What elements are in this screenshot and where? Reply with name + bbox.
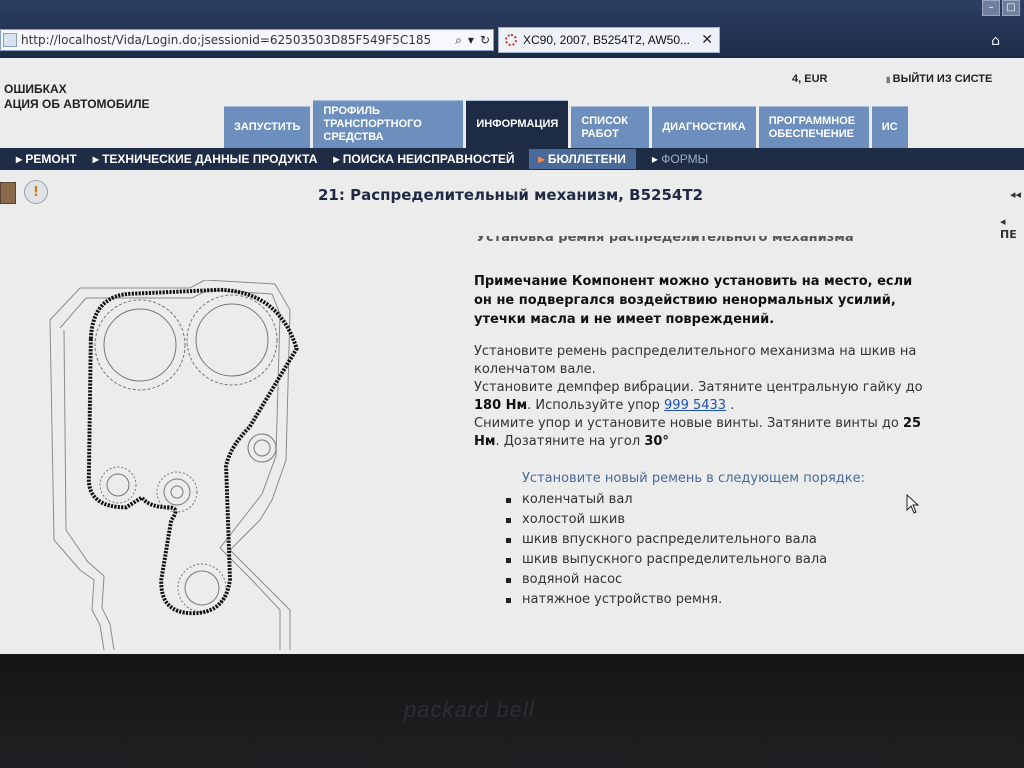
warning-icon[interactable]: ! bbox=[24, 180, 48, 204]
order-heading: Установите новый ремень в следующем поря… bbox=[522, 471, 865, 486]
tool-link[interactable]: 999 5433 bbox=[664, 398, 726, 413]
mouse-cursor-icon bbox=[906, 494, 920, 514]
app-title-line-1: ОШИБКАХ bbox=[4, 82, 67, 96]
list-item: водяной насос bbox=[504, 570, 934, 590]
side-nav-link[interactable]: ПЕ bbox=[1000, 215, 1024, 241]
subnav-forms[interactable]: ФОРМЫ bbox=[652, 152, 708, 166]
instruction-line-2b: . Используйте упор bbox=[527, 398, 665, 413]
subnav-repair[interactable]: РЕМОНТ bbox=[16, 152, 76, 166]
instructions: Установите ремень распределительного мех… bbox=[474, 343, 934, 451]
address-url[interactable]: http://localhost/Vida/Login.do;jsessioni… bbox=[21, 33, 452, 47]
tab-work-list[interactable]: СПИСОК РАБОТ bbox=[571, 106, 650, 148]
torque-value-1: 180 Нм bbox=[474, 398, 528, 413]
app-title-line-2: АЦИЯ ОБ АВТОМОБИЛЕ bbox=[4, 97, 150, 111]
main-nav: ЗАПУСТИТЬ ПРОФИЛЬ ТРАНСПОРТНОГО СРЕДСТВА… bbox=[224, 100, 908, 148]
subnav-bulletins[interactable]: БЮЛЛЕТЕНИ bbox=[528, 149, 636, 169]
browser-tab[interactable]: XC90, 2007, B5254T2, AW50... ✕ bbox=[498, 27, 720, 53]
minimize-button[interactable]: – bbox=[982, 0, 1000, 16]
tab-information[interactable]: ИНФОРМАЦИЯ bbox=[466, 100, 569, 148]
search-icon[interactable]: ⌕ bbox=[455, 33, 462, 48]
document-toolbar: ! 21: Распределительный механизм, B5254T… bbox=[0, 170, 1024, 241]
close-tab-icon[interactable]: ✕ bbox=[701, 32, 713, 48]
tab-start[interactable]: ЗАПУСТИТЬ bbox=[224, 106, 311, 148]
document-title: 21: Распределительный механизм, B5254T2 bbox=[318, 186, 704, 204]
list-item: шкив впускного распределительного вала bbox=[504, 530, 934, 550]
list-item: натяжное устройство ремня. bbox=[504, 590, 934, 610]
tab-vehicle-profile[interactable]: ПРОФИЛЬ ТРАНСПОРТНОГО СРЕДСТВА bbox=[313, 100, 464, 148]
home-icon[interactable]: ⌂ bbox=[991, 33, 1000, 49]
list-item: коленчатый вал bbox=[504, 490, 934, 510]
tab-software[interactable]: ПРОГРАММНОЕ ОБЕСПЕЧЕНИЕ bbox=[758, 106, 869, 148]
sub-nav: РЕМОНТ ТЕХНИЧЕСКИЕ ДАННЫЕ ПРОДУКТА ПОИСК… bbox=[0, 148, 1024, 170]
timing-belt-diagram bbox=[49, 280, 299, 650]
instruction-line-3a: Снимите упор и установите новые винты. З… bbox=[474, 416, 903, 431]
instruction-line-3: Снимите упор и установите новые винты. З… bbox=[474, 415, 934, 451]
note-text: Примечание Компонент можно установить на… bbox=[474, 274, 913, 327]
instruction-line-2a: Установите демпфер вибрации. Затяните це… bbox=[474, 380, 923, 395]
account-info: 4, EUR bbox=[792, 73, 828, 85]
brand-logo: packard bell bbox=[404, 697, 535, 722]
address-dropdown-icon[interactable]: ▾ bbox=[468, 33, 474, 47]
instruction-line-2c: . bbox=[726, 398, 735, 413]
section-heading-clipped: Установка ремня распределительного механ… bbox=[476, 236, 854, 243]
list-item: шкив выпускного распределительного вала bbox=[504, 550, 934, 570]
browser-chrome: – □ http://localhost/Vida/Login.do;jsess… bbox=[0, 0, 1024, 58]
subnav-troubleshooting[interactable]: ПОИСКА НЕИСПРАВНОСТЕЙ bbox=[333, 152, 515, 166]
logout-link[interactable]: ВЫЙТИ ИЗ СИСТЕ bbox=[886, 73, 993, 85]
window-controls: – □ bbox=[982, 0, 1020, 16]
previous-page-icon[interactable]: ◂◂ bbox=[1010, 188, 1021, 201]
tab-more[interactable]: ИС bbox=[871, 106, 908, 148]
refresh-icon[interactable]: ↻ bbox=[480, 33, 490, 47]
page-icon bbox=[3, 33, 17, 47]
address-bar[interactable]: http://localhost/Vida/Login.do;jsessioni… bbox=[0, 29, 494, 51]
instruction-line-2: Установите демпфер вибрации. Затяните це… bbox=[474, 379, 934, 415]
subnav-product-specs[interactable]: ТЕХНИЧЕСКИЕ ДАННЫЕ ПРОДУКТА bbox=[93, 152, 317, 166]
document-content: Примечание Компонент можно установить на… bbox=[474, 272, 934, 610]
angle-value: 30° bbox=[644, 434, 669, 449]
vida-page: ОШИБКАХ АЦИЯ ОБ АВТОМОБИЛЕ 4, EUR ВЫЙТИ … bbox=[0, 58, 1024, 654]
instruction-line-1: Установите ремень распределительного мех… bbox=[474, 344, 917, 377]
tab-diagnostics[interactable]: ДИАГНОСТИКА bbox=[652, 106, 756, 148]
instruction-line-3b: . Дозатяните на угол bbox=[495, 434, 645, 449]
tab-title: XC90, 2007, B5254T2, AW50... bbox=[523, 33, 690, 47]
list-item: холостой шкив bbox=[504, 510, 934, 530]
maximize-button[interactable]: □ bbox=[1002, 0, 1020, 16]
belt-order-list: коленчатый вал холостой шкив шкив впускн… bbox=[504, 490, 934, 610]
book-icon[interactable] bbox=[0, 182, 16, 204]
loading-icon bbox=[505, 34, 517, 46]
app-title: ОШИБКАХ АЦИЯ ОБ АВТОМОБИЛЕ bbox=[4, 82, 150, 112]
